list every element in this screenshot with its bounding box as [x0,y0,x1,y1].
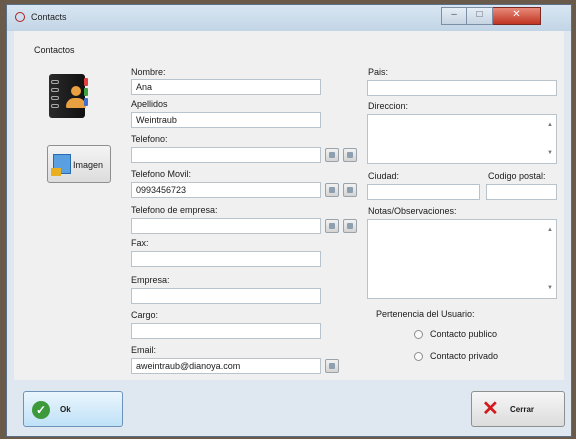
form-area: Contactos Imagen Nombre: Ana Apellidos W… [14,31,564,380]
form-heading: Contactos [34,45,75,55]
contacts-window: Contacts – □ ✕ Contactos Imagen Nombre: … [6,4,572,437]
scroll-up-icon[interactable]: ▲ [545,227,555,233]
cerrar-button[interactable]: ✕ Cerrar [471,391,565,427]
fax-field[interactable] [131,251,321,267]
empresa-field[interactable] [131,288,321,304]
notas-field[interactable]: ▲ ▼ [367,219,557,299]
movil-action-icon[interactable] [325,183,339,197]
email-label: Email: [131,345,157,355]
radio-publico-label: Contacto publico [430,329,498,339]
fax-label: Fax: [131,238,149,248]
telefono-action2-icon[interactable] [343,148,357,162]
maximize-icon: □ [476,9,483,20]
image-icon [51,154,71,176]
pais-field[interactable] [367,80,557,96]
email-action-icon[interactable] [325,359,339,373]
movil-action2-icon[interactable] [343,183,357,197]
minimize-icon: – [451,9,457,20]
notas-label: Notas/Observaciones: [368,206,457,216]
pertenencia-group: Pertenencia del Usuario: Contacto public… [368,303,554,369]
telefono-field[interactable] [131,147,321,163]
ok-button-label: Ok [60,405,71,414]
cargo-label: Cargo: [131,310,159,320]
telefono-action-icon[interactable] [325,148,339,162]
cerrar-button-label: Cerrar [510,405,535,414]
direccion-label: Direccion: [368,101,409,111]
notas-scrollbar[interactable]: ▲ ▼ [545,221,555,297]
scroll-down-icon[interactable]: ▼ [545,150,555,156]
direccion-scrollbar[interactable]: ▲ ▼ [545,116,555,162]
empresa-label: Empresa: [131,275,170,285]
scroll-up-icon[interactable]: ▲ [545,122,555,128]
image-button-label: Imagen [73,160,104,170]
ok-button[interactable]: ✓ Ok [23,391,123,427]
minimize-button[interactable]: – [441,7,467,25]
scroll-down-icon[interactable]: ▼ [545,285,555,291]
window-title: Contacts [31,12,67,22]
telefono-empresa-field[interactable] [131,218,321,234]
empresa-phone-action2-icon[interactable] [343,219,357,233]
maximize-button[interactable]: □ [467,7,493,25]
direccion-field[interactable]: ▲ ▼ [367,114,557,164]
checkmark-icon: ✓ [32,401,50,419]
ciudad-field[interactable] [367,184,480,200]
telefono-label: Telefono: [131,134,168,144]
telefono-movil-label: Telefono Movil: [131,169,192,179]
cargo-field[interactable] [131,323,321,339]
nombre-label: Nombre: [131,67,166,77]
radio-privado-label: Contacto privado [430,351,499,361]
apellidos-label: Apellidos [131,99,168,109]
pais-label: Pais: [368,67,389,77]
email-field[interactable]: aweintraub@dianoya.com [131,358,321,374]
address-book-icon [43,74,88,118]
image-button[interactable]: Imagen [47,145,111,183]
codigo-postal-label: Codigo postal: [488,171,546,181]
button-bar: ✓ Ok ✕ Cerrar [7,380,571,436]
app-icon [15,12,25,22]
radio-publico[interactable] [414,330,423,339]
ciudad-label: Ciudad: [368,171,400,181]
radio-privado[interactable] [414,352,423,361]
close-icon: ✕ [512,9,521,20]
x-icon: ✕ [482,398,499,420]
pertenencia-label: Pertenencia del Usuario: [376,309,475,319]
empresa-phone-action-icon[interactable] [325,219,339,233]
apellidos-field[interactable]: Weintraub [131,112,321,128]
nombre-field[interactable]: Ana [131,79,321,95]
codigo-postal-field[interactable] [486,184,557,200]
close-window-button[interactable]: ✕ [493,7,541,25]
title-bar[interactable]: Contacts – □ ✕ [7,5,571,31]
telefono-movil-field[interactable]: 0993456723 [131,182,321,198]
telefono-empresa-label: Telefono de empresa: [131,205,218,215]
